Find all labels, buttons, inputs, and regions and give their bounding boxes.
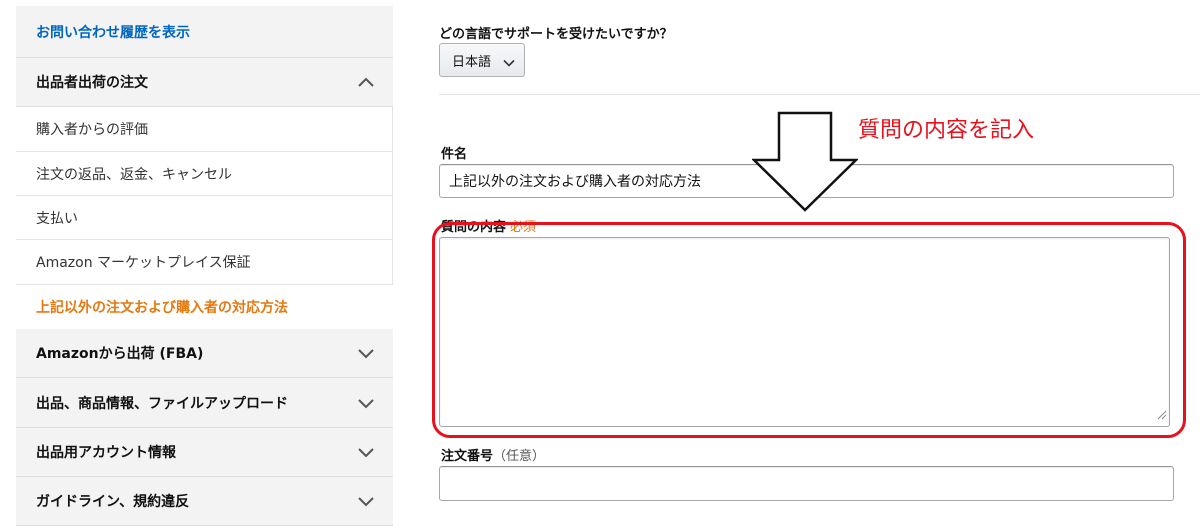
resize-handle-icon[interactable]: [1157, 405, 1167, 424]
annotation-text: 質問の内容を記入: [858, 118, 1035, 143]
section-fba[interactable]: Amazonから出荷 (FBA): [16, 329, 393, 378]
chevron-up-icon[interactable]: [357, 76, 375, 88]
sidebar-item-label: 注文の返品、返金、キャンセル: [36, 166, 232, 183]
chevron-down-icon[interactable]: [357, 397, 375, 409]
section-guidelines[interactable]: ガイドライン、規約違反: [16, 477, 393, 526]
required-tag: 必須: [510, 220, 537, 235]
section-divider: [439, 94, 1200, 95]
chevron-down-icon[interactable]: [357, 446, 375, 458]
section-label: 出品者出荷の注文: [36, 75, 148, 91]
section-listings-upload[interactable]: 出品、商品情報、ファイルアップロード: [16, 378, 393, 428]
section-merchant-fulfilled-orders[interactable]: 出品者出荷の注文: [16, 58, 393, 107]
contact-form: どの言語でサポートを受けたいですか？ 日本語 件名 上記以外の注文および購入者の…: [395, 0, 1200, 531]
details-label-text: 質問の内容: [441, 220, 507, 235]
sidebar-item-active-label: 上記以外の注文および購入者の対応方法: [36, 300, 288, 316]
sidebar-item-label: 支払い: [36, 210, 78, 227]
section-account-info[interactable]: 出品用アカウント情報: [16, 428, 393, 477]
sidebar-item-label: 購入者からの評価: [36, 122, 148, 138]
optional-tag: （任意）: [493, 449, 546, 464]
sidebar-item-payments[interactable]: 支払い: [16, 196, 393, 240]
details-label: 質問の内容 必須: [441, 216, 536, 235]
order-number-input[interactable]: [439, 466, 1174, 501]
sidebar-item-marketplace-guarantee[interactable]: Amazon マーケットプレイス保証: [16, 240, 393, 285]
section-label: 出品、商品情報、ファイルアップロード: [36, 395, 288, 412]
section-label: 出品用アカウント情報: [36, 445, 176, 461]
subject-input-value: 上記以外の注文および購入者の対応方法: [449, 174, 701, 190]
language-question: どの言語でサポートを受けたいですか？: [439, 27, 673, 42]
details-textarea[interactable]: [439, 237, 1170, 427]
sidebar-item-returns-refunds[interactable]: 注文の返品、返金、キャンセル: [16, 152, 393, 196]
contact-history-row[interactable]: お問い合わせ履歴を表示: [16, 6, 393, 58]
chevron-down-icon[interactable]: [357, 347, 375, 359]
sidebar-item-label: Amazon マーケットプレイス保証: [36, 255, 251, 271]
language-select[interactable]: 日本語: [439, 43, 525, 77]
sidebar-item-buyer-feedback[interactable]: 購入者からの評価: [16, 107, 393, 152]
sidebar-item-other-orders[interactable]: 上記以外の注文および購入者の対応方法: [16, 285, 393, 329]
language-select-value: 日本語: [452, 54, 492, 70]
subject-label: 件名: [441, 147, 468, 162]
help-sidebar: お問い合わせ履歴を表示 出品者出荷の注文 購入者からの評価 注文の返品、返金、キ…: [16, 6, 393, 531]
section-label: Amazonから出荷 (FBA): [36, 346, 204, 362]
chevron-down-icon: [503, 56, 515, 71]
chevron-down-icon[interactable]: [357, 495, 375, 507]
order-number-label: 注文番号（任意）: [441, 445, 545, 464]
order-number-label-text: 注文番号: [441, 449, 494, 464]
contact-history-link[interactable]: お問い合わせ履歴を表示: [36, 22, 190, 42]
section-label: ガイドライン、規約違反: [36, 494, 190, 510]
down-arrow-icon: [752, 111, 858, 212]
